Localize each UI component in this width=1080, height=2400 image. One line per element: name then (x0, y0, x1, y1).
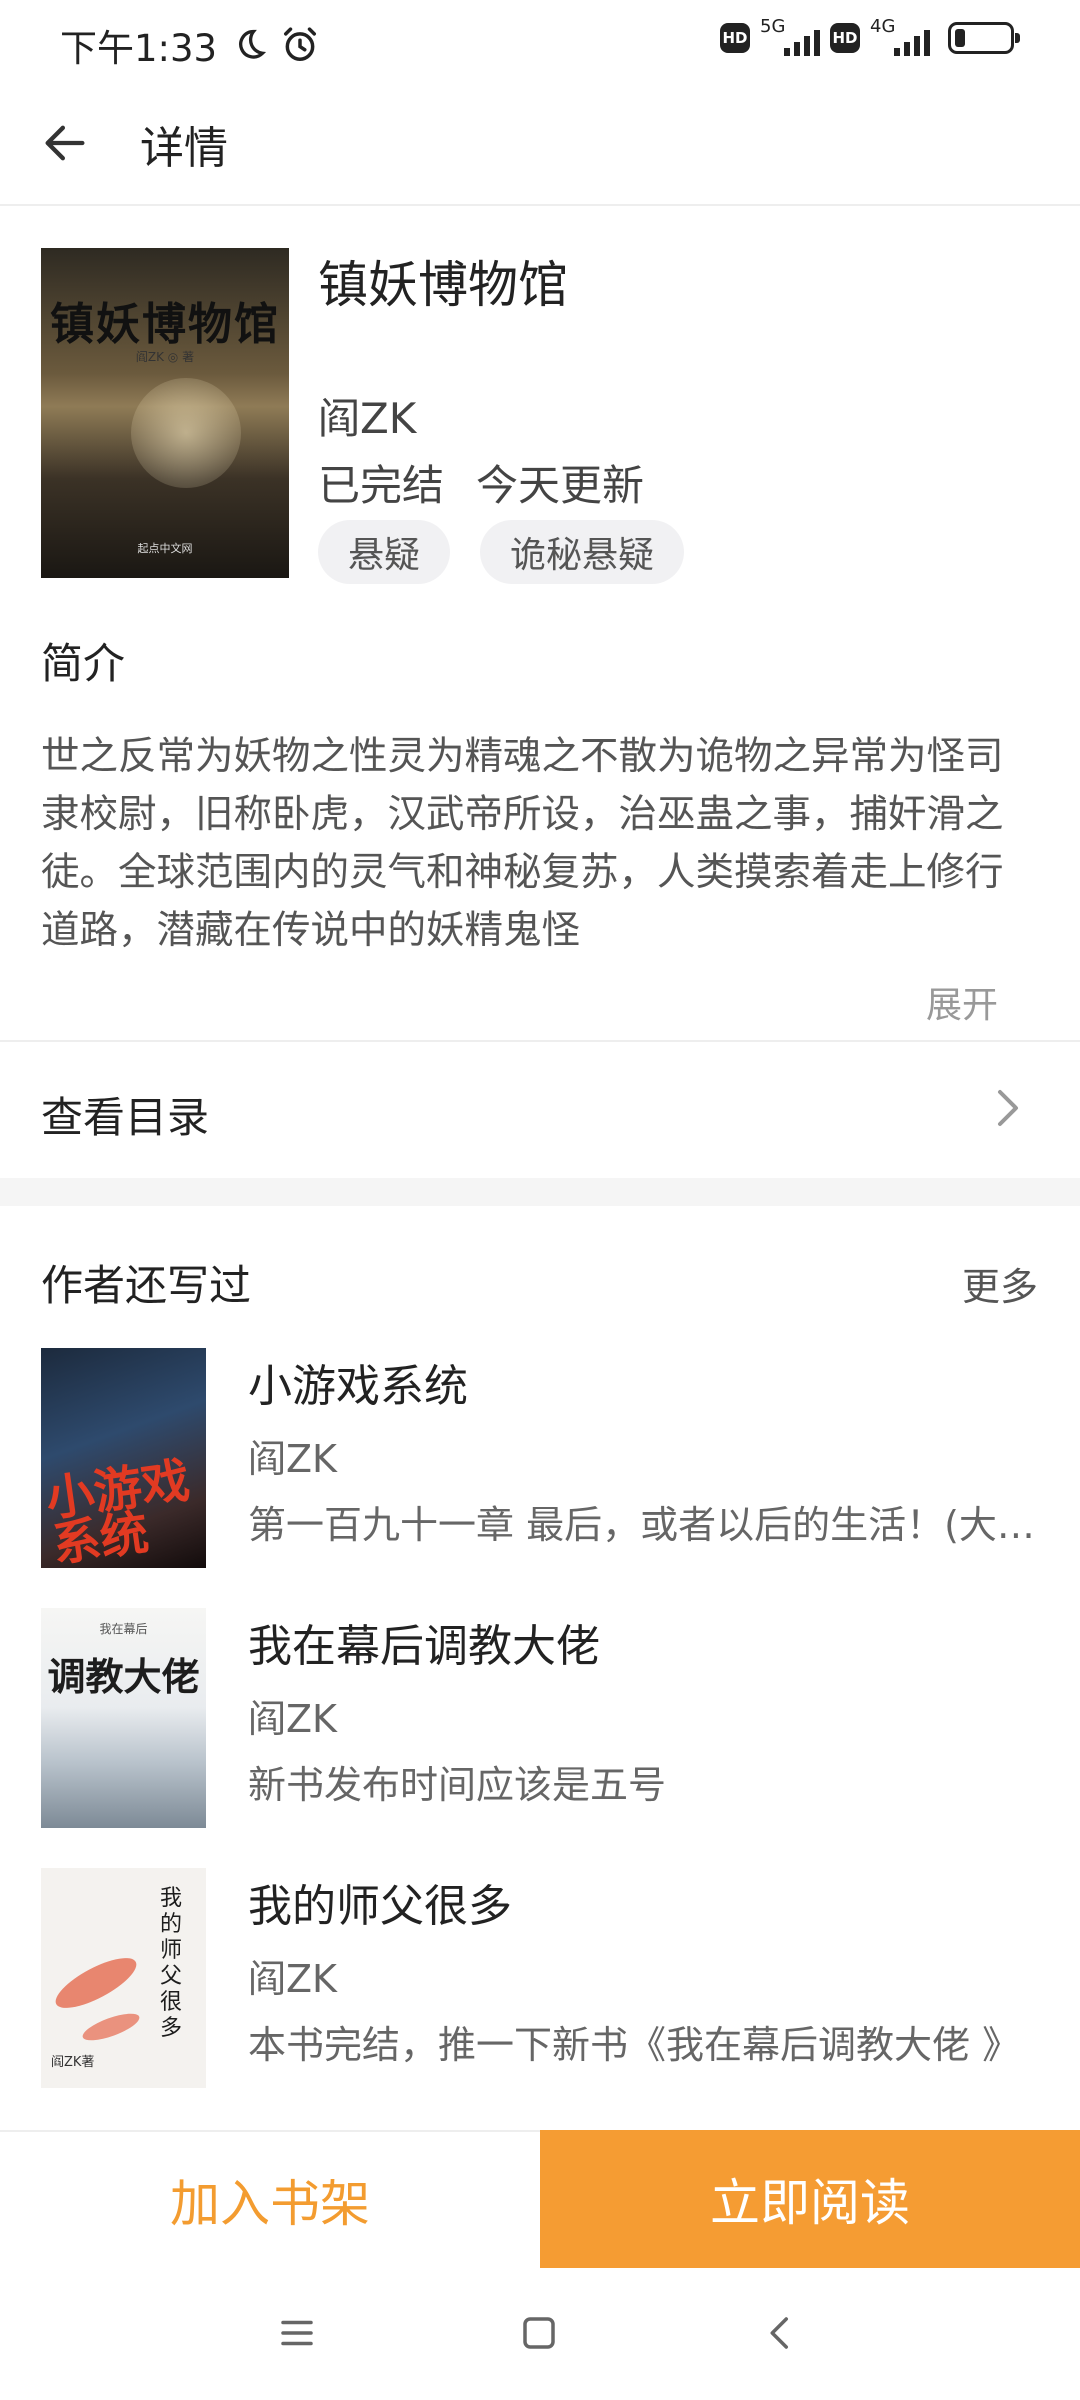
menu-icon (281, 2320, 313, 2346)
view-catalog-label: 查看目录 (41, 1093, 210, 1142)
chevron-left-icon (770, 2317, 788, 2349)
book-item-author: 阎ZK (248, 1957, 337, 2001)
cover-publisher: 起点中文网 (137, 542, 193, 555)
book-item-latest: 新书发布时间应该是五号 (248, 1763, 667, 1807)
book-item-title: 小游戏系统 (248, 1361, 468, 1412)
add-to-shelf-button[interactable]: 加入书架 (0, 2130, 540, 2268)
view-catalog-row[interactable]: 查看目录 (0, 1042, 1080, 1178)
book-list-item[interactable]: 我的师父很多 阎ZK著 我的师父很多 阎ZK 本书完结，推一下新书《我在幕后调教… (0, 1868, 1080, 2088)
intro-heading: 简介 (41, 639, 126, 688)
system-nav-bar (0, 2268, 1080, 2400)
square-icon (523, 2317, 555, 2349)
book-cover[interactable]: 镇妖博物馆 阎ZK ◎ 著 起点中文网 (41, 248, 289, 578)
battery-level (955, 29, 965, 47)
hd-badge: HD (720, 23, 750, 53)
thumb-cover-author: 阎ZK著 (51, 2055, 95, 2070)
bottom-action-bar: 加入书架 立即阅读 (0, 2130, 1080, 2268)
book-item-author: 阎ZK (248, 1697, 337, 1741)
menu-button[interactable] (262, 2298, 332, 2368)
status-time: 下午1:33 (60, 27, 218, 70)
moon-icon (239, 29, 267, 59)
hd-badge-2: HD (830, 23, 860, 53)
status-bar: 下午1:33 HD 5G HD 4G (0, 0, 1080, 80)
network-4g-label: 4G (870, 16, 896, 37)
back-button[interactable] (30, 108, 100, 178)
expand-button[interactable]: 展开 (926, 976, 998, 1028)
book-thumbnail: 我的师父很多 阎ZK著 (41, 1868, 206, 2088)
book-status-row: 已完结 今天更新 (318, 452, 644, 513)
book-item-latest: 本书完结，推一下新书《我在幕后调教大佬 》 (248, 2023, 1021, 2067)
battery-icon (948, 22, 1020, 54)
thumb-cover-text: 我的师父很多 (160, 1886, 183, 2041)
cover-brush-stroke (79, 2008, 143, 2046)
status-indicators: HD 5G HD 4G (720, 16, 1020, 58)
book-thumbnail: 我在幕后 调教大佬 (41, 1608, 206, 1828)
arrow-left-icon (45, 125, 85, 161)
book-list-item[interactable]: 小游戏系统 小游戏系统 阎ZK 第一百九十一章 最后，或者以后的生活！(大结局) (0, 1348, 1080, 1568)
more-button[interactable]: 更多 (962, 1256, 1038, 1311)
book-item-title: 我在幕后调教大佬 (248, 1621, 600, 1672)
tag-suspense[interactable]: 悬疑 (318, 520, 451, 584)
update-status: 今天更新 (476, 461, 645, 510)
chevron-right-icon (988, 1088, 1028, 1128)
section-separator (0, 1178, 1080, 1206)
app-header: 详情 (0, 80, 1080, 206)
thumb-cover-text: 小游戏系统 (42, 1452, 194, 1568)
book-title: 镇妖博物馆 (318, 256, 568, 314)
tag-mystery-suspense[interactable]: 诡秘悬疑 (480, 520, 685, 584)
cover-author: 阎ZK ◎ 著 (135, 350, 195, 364)
alarm-icon (284, 27, 317, 61)
book-author[interactable]: 阎ZK (318, 385, 416, 446)
signal-5g-icon: 5G (760, 16, 820, 58)
cover-brush-stroke (49, 1948, 143, 2018)
home-button[interactable] (504, 2298, 574, 2368)
thumb-cover-subtitle: 我在幕后 (99, 1622, 148, 1636)
book-item-latest: 第一百九十一章 最后，或者以后的生活！(大结局) (248, 1503, 1038, 1547)
network-5g-label: 5G (760, 16, 786, 37)
cover-title: 镇妖博物馆 (50, 299, 280, 350)
page-title: 详情 (140, 123, 228, 174)
cover-glow (131, 378, 241, 488)
completion-status: 已完结 (318, 461, 445, 510)
system-back-button[interactable] (746, 2298, 816, 2368)
intro-text: 世之反常为妖物之性灵为精魂之不散为诡物之异常为怪司隶校尉，旧称卧虎，汉武帝所设，… (41, 734, 1004, 953)
status-time-group: 下午1:33 (60, 18, 319, 72)
read-now-button[interactable]: 立即阅读 (540, 2130, 1080, 2268)
book-list-item[interactable]: 我在幕后 调教大佬 我在幕后调教大佬 阎ZK 新书发布时间应该是五号 (0, 1608, 1080, 1828)
book-item-title: 我的师父很多 (248, 1881, 512, 1932)
also-by-author-heading: 作者还写过 (41, 1261, 252, 1310)
book-item-author: 阎ZK (248, 1437, 337, 1481)
thumb-cover-text: 调教大佬 (47, 1654, 200, 1699)
genre-tags: 悬疑 诡秘悬疑 (318, 520, 685, 584)
book-thumbnail: 小游戏系统 (41, 1348, 206, 1568)
signal-4g-icon: 4G (870, 16, 930, 58)
